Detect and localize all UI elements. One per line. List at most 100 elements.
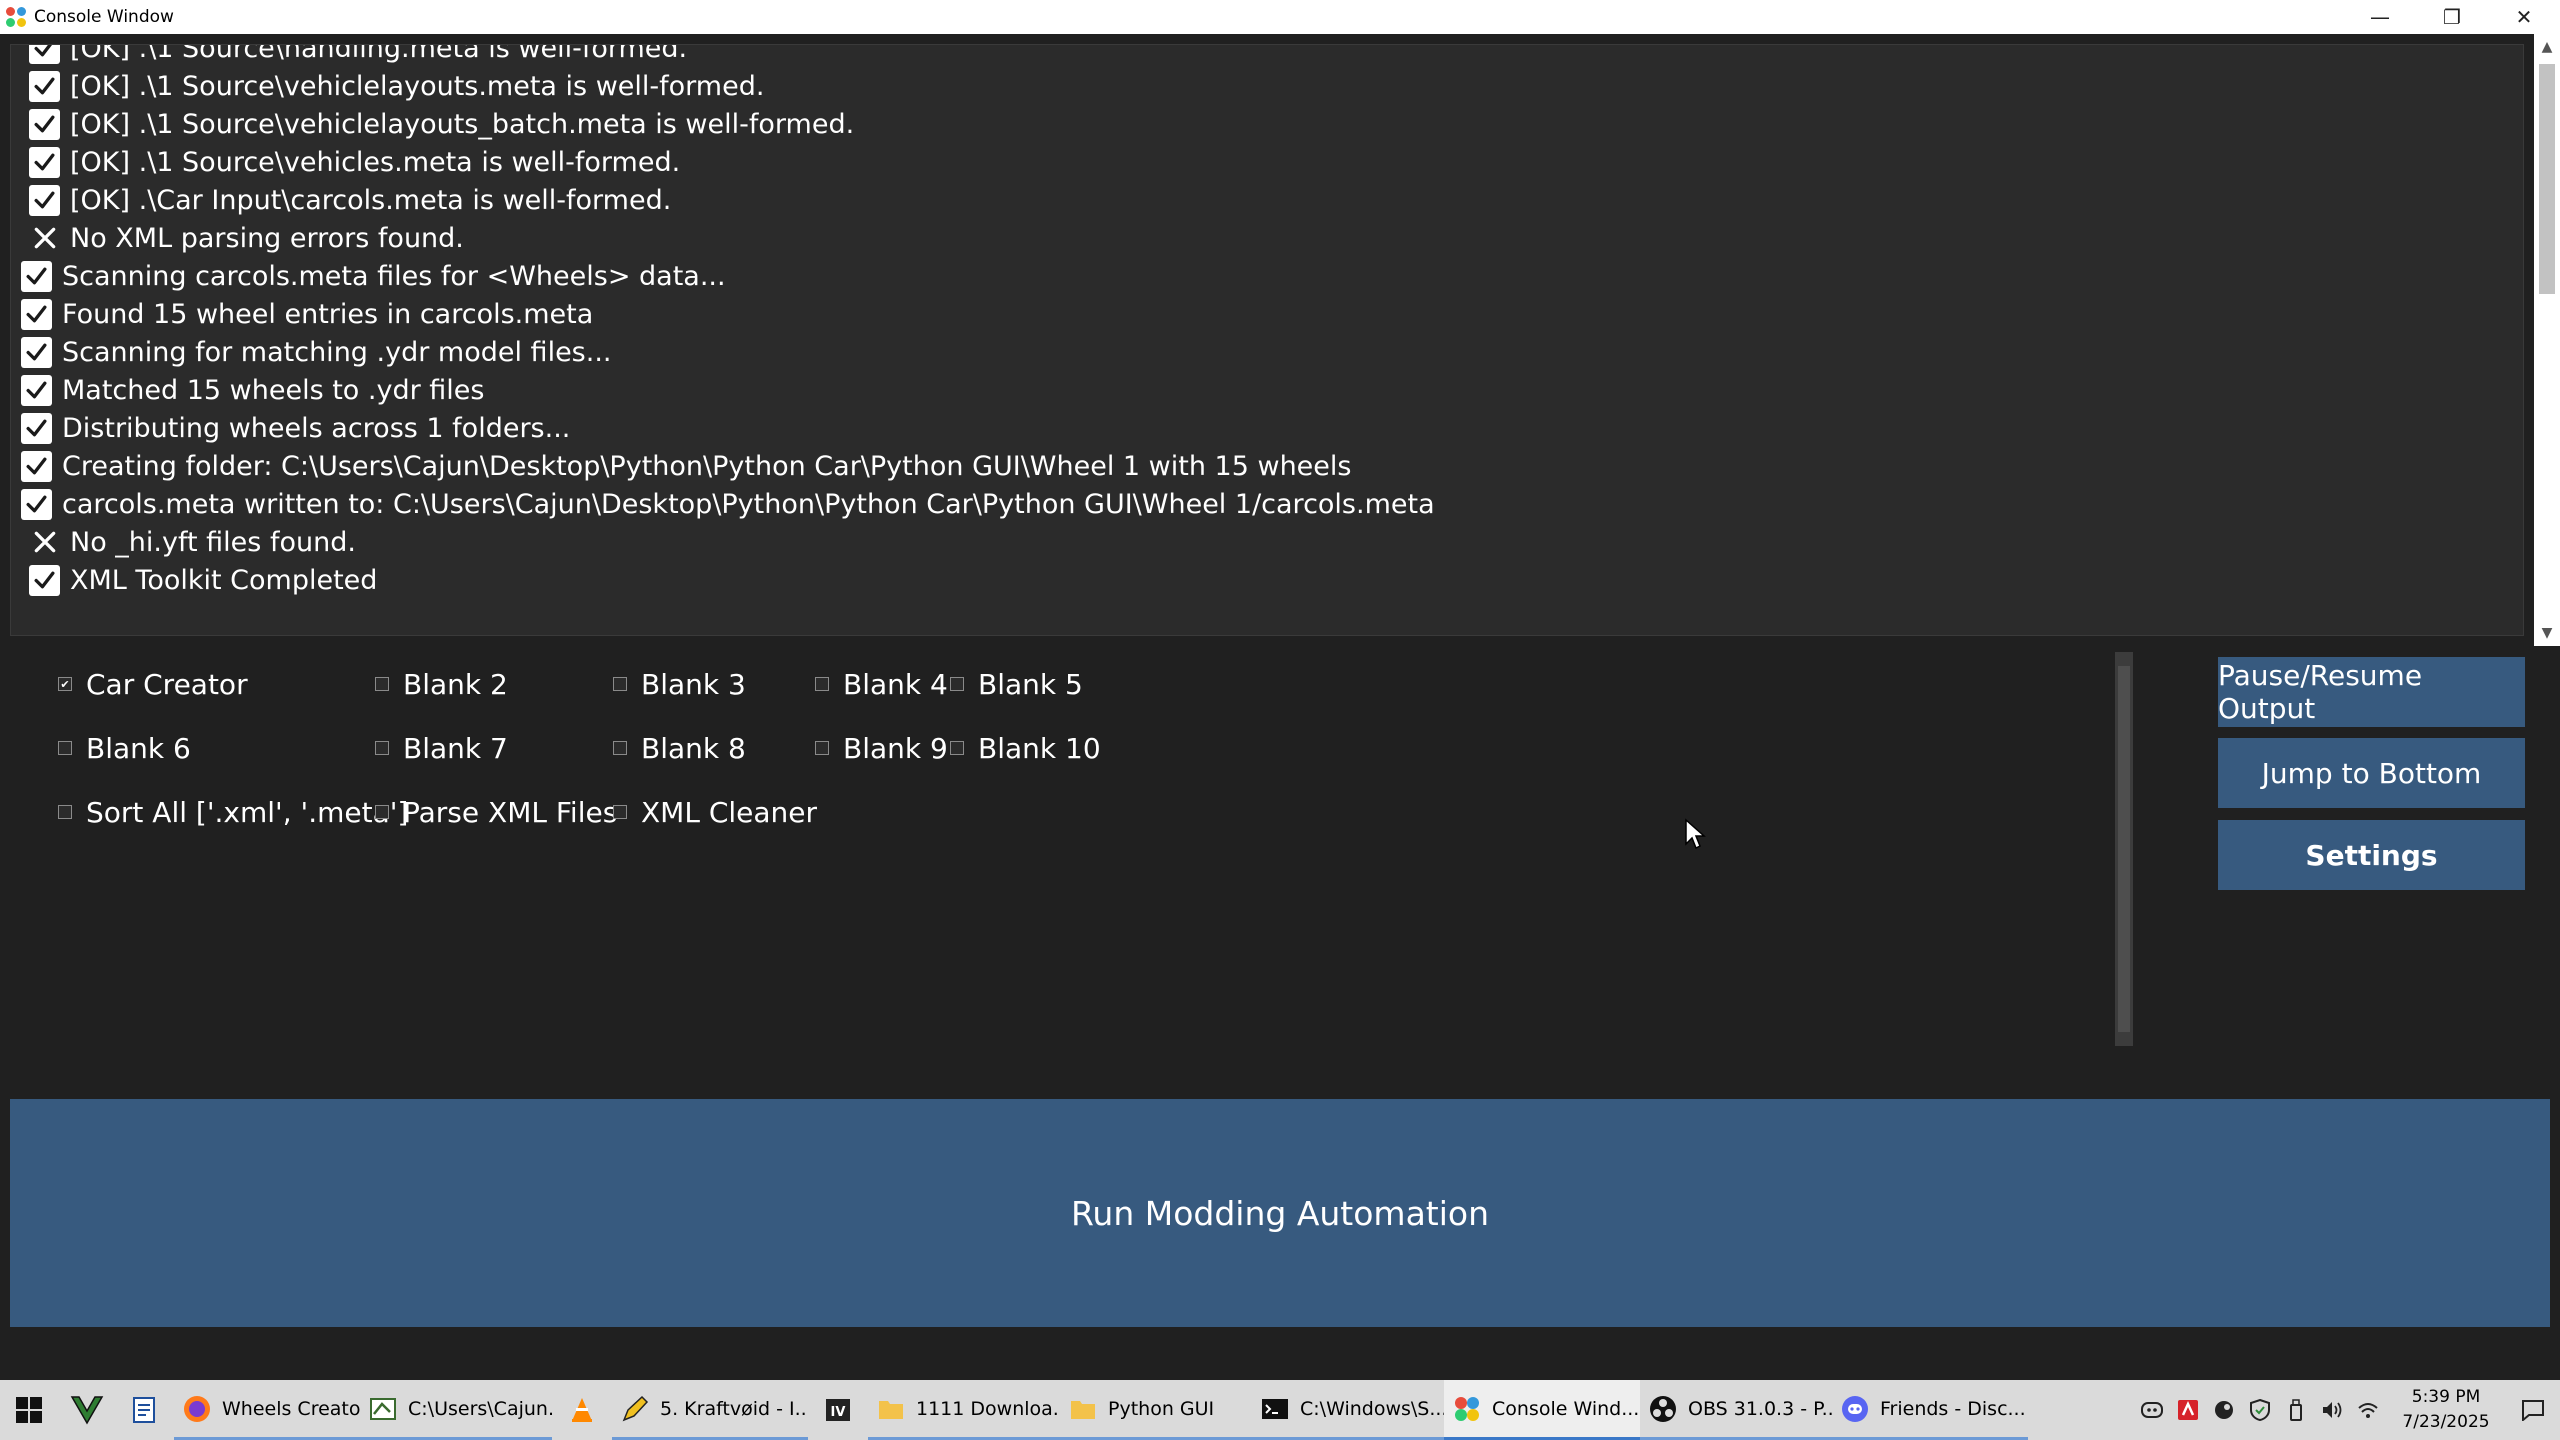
vlc-icon (567, 1395, 597, 1425)
taskbar-item-cmd[interactable]: C:\Windows\S... (1252, 1380, 1444, 1440)
log-line-text: [OK] .\1 Source\vehicles.meta is well-fo… (70, 146, 681, 178)
option-blank-10[interactable]: Blank 10 (950, 728, 1101, 768)
minimize-button[interactable]: — (2344, 0, 2416, 34)
option-blank-4[interactable]: Blank 4 (815, 664, 948, 704)
title-bar: Console Window — ❐ ✕ (0, 0, 2560, 34)
option-checkbox[interactable] (58, 805, 72, 819)
log-line: Distributing wheels across 1 folders... (21, 409, 570, 447)
windows-start-icon[interactable] (0, 1380, 58, 1440)
options-scrollbar-thumb[interactable] (2118, 666, 2130, 1032)
python-idle-icon (368, 1394, 398, 1424)
option-checkbox[interactable] (375, 677, 389, 691)
option-checkbox[interactable] (375, 741, 389, 755)
adobe-tray-icon[interactable] (2170, 1380, 2206, 1440)
option-blank-5[interactable]: Blank 5 (950, 664, 1083, 704)
console-output[interactable]: [OK] .\1 Source\handling.meta is well-fo… (10, 44, 2524, 636)
taskbar-item-label: 5. Kraftvøid - I... (660, 1397, 808, 1420)
volume-icon[interactable] (2314, 1380, 2350, 1440)
option-car-creator[interactable]: ✔ Car Creator (58, 664, 248, 704)
system-clock[interactable]: 5:39 PM 7/23/2025 (2386, 1385, 2506, 1435)
jump-to-bottom-button[interactable]: Jump to Bottom (2218, 738, 2525, 808)
log-line-text: Matched 15 wheels to .ydr files (62, 374, 485, 406)
log-line: [OK] .\1 Source\vehicles.meta is well-fo… (29, 143, 680, 181)
taskbar-item-obs[interactable]: OBS 31.0.3 - P... (1640, 1380, 1832, 1440)
option-checkbox[interactable] (950, 677, 964, 691)
discord-icon (1840, 1394, 1870, 1424)
notepad-icon[interactable] (116, 1380, 174, 1440)
option-blank-7[interactable]: Blank 7 (375, 728, 508, 768)
option-checkbox[interactable] (950, 741, 964, 755)
log-line-text: Scanning for matching .ydr model files..… (62, 336, 612, 368)
taskbar-item-label: C:\Windows\S... (1300, 1397, 1444, 1420)
taskbar-item-pen-tool[interactable]: 5. Kraftvøid - I... (612, 1380, 808, 1440)
option-checkbox[interactable] (58, 741, 72, 755)
notification-center-icon[interactable] (2506, 1380, 2560, 1440)
console-scrollbar[interactable]: ▲ ▼ (2534, 34, 2560, 646)
close-button[interactable]: ✕ (2488, 0, 2560, 34)
security-tray-icon[interactable] (2242, 1380, 2278, 1440)
option-checkbox[interactable] (815, 741, 829, 755)
taskbar-item-console-app[interactable]: Console Wind... (1444, 1380, 1640, 1440)
run-modding-automation-button[interactable]: Run Modding Automation (10, 1099, 2550, 1327)
restore-button[interactable]: ❐ (2416, 0, 2488, 34)
console-app-icon (6, 7, 26, 27)
option-checkbox-checked[interactable]: ✔ (58, 677, 72, 691)
taskbar-item-openiv[interactable]: IV (808, 1380, 868, 1440)
option-blank-2[interactable]: Blank 2 (375, 664, 508, 704)
pen-tool-icon (620, 1394, 650, 1424)
option-checkbox[interactable] (613, 677, 627, 691)
log-line: carcols.meta written to: C:\Users\Cajun\… (21, 485, 1435, 523)
steam-tray-icon[interactable] (2206, 1380, 2242, 1440)
pause-resume-button[interactable]: Pause/Resume Output (2218, 657, 2525, 727)
option-checkbox[interactable] (613, 805, 627, 819)
wifi-icon[interactable] (2350, 1380, 2386, 1440)
option-label: Blank 9 (843, 731, 948, 765)
option-sort-all-xml-meta[interactable]: Sort All ['.xml', '.meta'] (58, 792, 408, 832)
option-checkbox[interactable] (613, 741, 627, 755)
option-blank-8[interactable]: Blank 8 (613, 728, 746, 768)
log-line-text: carcols.meta written to: C:\Users\Cajun\… (62, 488, 1435, 520)
checkbox-checked-icon (29, 45, 60, 64)
log-line: Scanning carcols.meta files for <Wheels>… (21, 257, 726, 295)
discord-tray-icon[interactable] (2134, 1380, 2170, 1440)
taskbar-item-python-idle[interactable]: C:\Users\Cajun... (360, 1380, 552, 1440)
log-line: No XML parsing errors found. (29, 219, 464, 257)
taskbar-item-label: Console Wind... (1492, 1397, 1640, 1420)
log-line: Creating folder: C:\Users\Cajun\Desktop\… (21, 447, 1351, 485)
taskbar-item-label: 1111 Downloa... (916, 1397, 1060, 1420)
console-app-icon (1452, 1394, 1482, 1424)
option-label: Parse XML Files (403, 795, 618, 829)
option-parse-xml-files[interactable]: Parse XML Files (375, 792, 617, 832)
taskbar-item-folder[interactable]: Python GUI (1060, 1380, 1252, 1440)
log-line-text: No XML parsing errors found. (70, 222, 464, 254)
option-label: Blank 3 (641, 667, 746, 701)
scrollbar-thumb[interactable] (2539, 64, 2555, 294)
gta-v-icon[interactable] (58, 1380, 116, 1440)
options-scrollbar[interactable] (2115, 652, 2133, 1046)
taskbar-item-firefox[interactable]: Wheels Creato... (174, 1380, 360, 1440)
taskbar-item-vlc[interactable] (552, 1380, 612, 1440)
log-line-text: [OK] .\1 Source\vehiclelayouts.meta is w… (70, 70, 765, 102)
usb-tray-icon[interactable] (2278, 1380, 2314, 1440)
taskbar-item-folder[interactable]: 1111 Downloa... (868, 1380, 1060, 1440)
firefox-icon (182, 1394, 212, 1424)
taskbar: Wheels Creato... C:\Users\Cajun... 5. Kraf… (0, 1380, 2560, 1440)
taskbar-item-discord[interactable]: Friends - Disc... (1832, 1380, 2028, 1440)
log-line: XML Toolkit Completed (29, 561, 377, 599)
option-checkbox[interactable] (375, 805, 389, 819)
option-label: Blank 6 (86, 731, 191, 765)
scroll-down-arrow[interactable]: ▼ (2534, 620, 2560, 646)
option-checkbox[interactable] (815, 677, 829, 691)
settings-button[interactable]: Settings (2218, 820, 2525, 890)
checkbox-checked-icon (29, 70, 60, 102)
system-tray: 5:39 PM 7/23/2025 (2134, 1380, 2560, 1440)
scroll-up-arrow[interactable]: ▲ (2534, 34, 2560, 60)
option-xml-cleaner[interactable]: XML Cleaner (613, 792, 817, 832)
option-blank-6[interactable]: Blank 6 (58, 728, 191, 768)
taskbar-item-label: C:\Users\Cajun... (408, 1397, 552, 1420)
cmd-icon (1260, 1394, 1290, 1424)
checkbox-checked-icon (21, 450, 52, 482)
option-blank-9[interactable]: Blank 9 (815, 728, 948, 768)
folder-icon (876, 1394, 906, 1424)
option-blank-3[interactable]: Blank 3 (613, 664, 746, 704)
